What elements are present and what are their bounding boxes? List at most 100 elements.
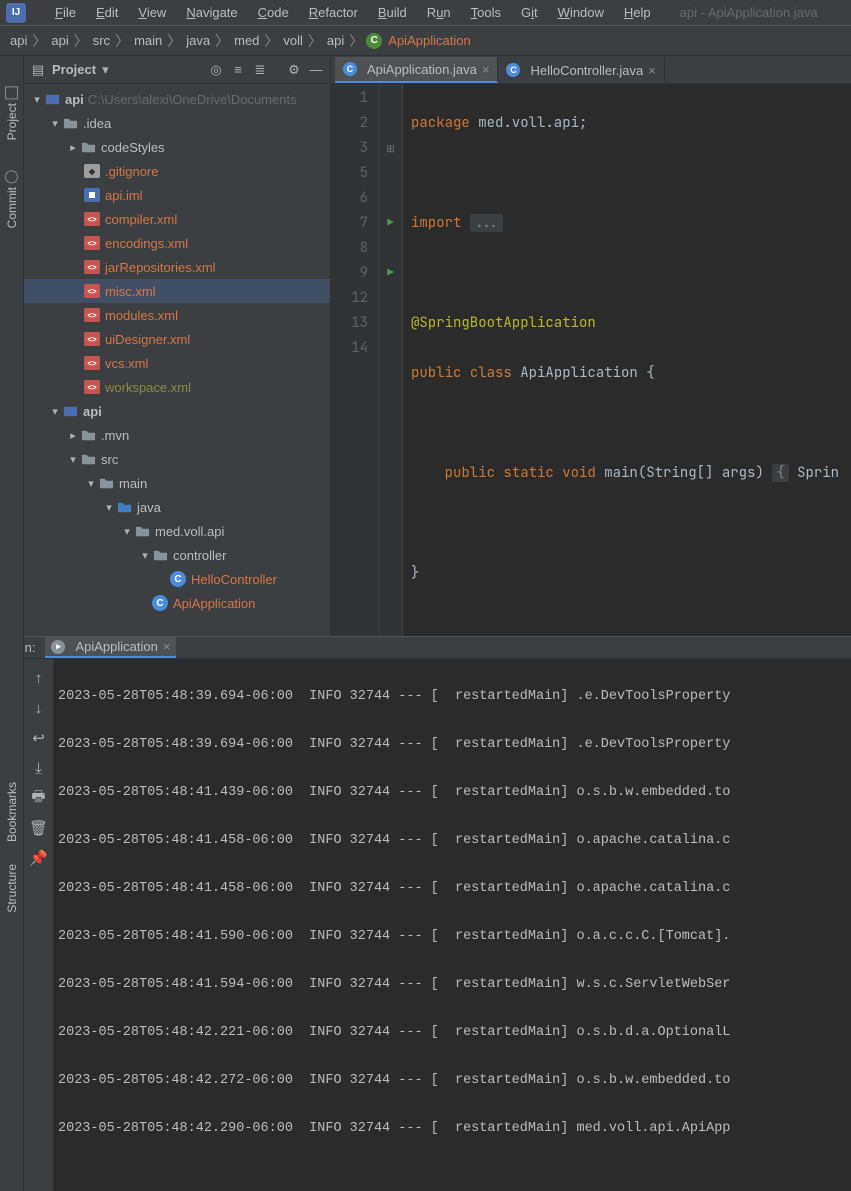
scroll-end-icon[interactable]: ⤓ xyxy=(30,759,48,777)
tree-codestyles[interactable]: ▸ codeStyles xyxy=(24,135,330,159)
menu-code[interactable]: Code xyxy=(249,2,298,23)
menu-refactor[interactable]: Refactor xyxy=(300,2,367,23)
chevron-down-icon[interactable]: ▾ xyxy=(102,501,116,514)
tree-vcs[interactable]: <> vcs.xml xyxy=(24,351,330,375)
tree-misc[interactable]: <> misc.xml xyxy=(24,279,330,303)
close-icon[interactable]: × xyxy=(163,639,171,654)
tree-controller[interactable]: ▾ controller xyxy=(24,543,330,567)
crumb-5[interactable]: med xyxy=(232,33,261,48)
tree-encodings[interactable]: <> encodings.xml xyxy=(24,231,330,255)
chevron-down-icon[interactable]: ▾ xyxy=(30,93,44,106)
hide-icon[interactable]: — xyxy=(308,62,324,78)
tree-idea[interactable]: ▾ .idea xyxy=(24,111,330,135)
soft-wrap-icon[interactable]: ↩ xyxy=(30,729,48,747)
code-text[interactable]: package med.voll.api; import ... @Spring… xyxy=(403,84,839,636)
editor-tab-hellocontroller[interactable]: C HelloController.java × xyxy=(498,57,664,83)
run-gutter-icon[interactable]: ▶ xyxy=(379,211,402,236)
editor-tab-apiapplication[interactable]: C ApiApplication.java × xyxy=(335,57,498,83)
locate-icon[interactable]: ◎ xyxy=(208,62,224,78)
chevron-down-icon[interactable]: ▾ xyxy=(48,117,62,130)
project-view-icon[interactable]: ▤ xyxy=(30,62,46,78)
run-gutter-icon[interactable]: ▶ xyxy=(379,261,402,286)
tree-jarrepos[interactable]: <> jarRepositories.xml xyxy=(24,255,330,279)
crumb-3[interactable]: main xyxy=(132,33,164,48)
chevron-down-icon[interactable]: ▾ xyxy=(66,453,80,466)
down-icon[interactable]: ↓ xyxy=(30,699,48,717)
tab-commit[interactable]: Commit xyxy=(5,170,19,228)
tree-apiapplication[interactable]: C ApiApplication xyxy=(24,591,330,615)
menu-edit[interactable]: Edit xyxy=(87,2,127,23)
tree-hellocontroller[interactable]: C HelloController xyxy=(24,567,330,591)
tab-bookmarks[interactable]: Bookmarks xyxy=(5,782,19,842)
crumb-1[interactable]: api xyxy=(49,33,70,48)
project-tool-label[interactable]: Project xyxy=(52,62,96,77)
menu-build[interactable]: Build xyxy=(369,2,416,23)
chevron-down-icon[interactable]: ▾ xyxy=(84,477,98,490)
run-output[interactable]: 2023-05-28T05:48:39.694-06:00 INFO 32744… xyxy=(54,659,851,1191)
xml-icon: <> xyxy=(84,212,100,226)
menu-view[interactable]: View xyxy=(129,2,175,23)
menu-help[interactable]: Help xyxy=(615,2,660,23)
collapse-all-icon[interactable]: ≣ xyxy=(252,62,268,78)
gear-icon[interactable]: ⚙ xyxy=(286,62,302,78)
project-tree[interactable]: ▾ api C:\Users\alexi\OneDrive\Documents … xyxy=(24,84,330,636)
menu-window[interactable]: Window xyxy=(549,2,613,23)
tree-root[interactable]: ▾ api C:\Users\alexi\OneDrive\Documents xyxy=(24,87,330,111)
tree-modules[interactable]: <> modules.xml xyxy=(24,303,330,327)
tree-uidesigner[interactable]: <> uiDesigner.xml xyxy=(24,327,330,351)
tab-structure[interactable]: Structure xyxy=(5,864,19,913)
editor-gutter[interactable]: ⊞ ▶ ▶ xyxy=(379,84,403,636)
menu-tools[interactable]: Tools xyxy=(462,2,510,23)
crumb-leaf[interactable]: ApiApplication xyxy=(386,33,472,48)
tree-gitignore[interactable]: ◆ .gitignore xyxy=(24,159,330,183)
window-title: api - ApiApplication.java xyxy=(680,5,818,20)
chevron-down-icon[interactable]: ▾ xyxy=(102,62,109,78)
log-line: 2023-05-28T05:48:41.594-06:00 INFO 32744… xyxy=(58,973,847,997)
crumb-0[interactable]: api xyxy=(8,33,29,48)
tree-compiler[interactable]: <> compiler.xml xyxy=(24,207,330,231)
run-tab[interactable]: ▸ ApiApplication × xyxy=(45,637,176,658)
tab-commit-label: Commit xyxy=(5,187,19,228)
tree-src[interactable]: ▾ src xyxy=(24,447,330,471)
tree-api-module[interactable]: ▾ api xyxy=(24,399,330,423)
crumb-6[interactable]: voll xyxy=(281,33,305,48)
chevron-down-icon[interactable]: ▾ xyxy=(48,405,62,418)
tree-package[interactable]: ▾ med.voll.api xyxy=(24,519,330,543)
tree-iml[interactable]: api.iml xyxy=(24,183,330,207)
chevron-right-icon[interactable]: ▸ xyxy=(66,429,80,442)
xml-icon: <> xyxy=(84,260,100,274)
expand-all-icon[interactable]: ≡ xyxy=(230,62,246,78)
tab-project[interactable]: Project xyxy=(5,86,19,140)
crumb-2[interactable]: src xyxy=(91,33,112,48)
menu-file[interactable]: FFileile xyxy=(46,2,85,23)
trash-icon[interactable]: 🗑 xyxy=(30,819,48,837)
menu-navigate[interactable]: Navigate xyxy=(177,2,246,23)
tree-main[interactable]: ▾ main xyxy=(24,471,330,495)
menu-git[interactable]: Git xyxy=(512,2,547,23)
close-icon[interactable]: × xyxy=(648,63,656,78)
tree-workspace[interactable]: <> workspace.xml xyxy=(24,375,330,399)
up-icon[interactable]: ↑ xyxy=(30,669,48,687)
xml-icon: <> xyxy=(84,236,100,250)
xml-icon: <> xyxy=(84,332,100,346)
code-area[interactable]: 1 2 3 5 6 7 8 9 12 13 14 ⊞ ▶ ▶ packa xyxy=(331,84,851,636)
tree-java[interactable]: ▾ java xyxy=(24,495,330,519)
fold-icon[interactable]: ⊞ xyxy=(379,136,402,161)
main-area: Project Commit ▤ Project ▾ ◎ ≡ ≣ ⚙ — ▾ a… xyxy=(0,56,851,636)
menu-run[interactable]: Run xyxy=(418,2,460,23)
chevron-right-icon[interactable]: ▸ xyxy=(66,141,80,154)
crumb-7[interactable]: api xyxy=(325,33,346,48)
print-icon[interactable]: 🖶 xyxy=(30,789,48,807)
tree-mvn[interactable]: ▸ .mvn xyxy=(24,423,330,447)
line-numbers: 1 2 3 5 6 7 8 9 12 13 14 xyxy=(331,84,379,636)
chevron-down-icon[interactable]: ▾ xyxy=(120,525,134,538)
close-icon[interactable]: × xyxy=(482,62,490,77)
source-folder-icon xyxy=(116,499,132,515)
pin-icon[interactable]: 📌 xyxy=(30,849,48,867)
run-body: ↻ 🔧 ■ 📷 ⏏ ↑ ↓ ↩ ⤓ 🖶 🗑 📌 2023-05-28T05:48… xyxy=(0,659,851,1191)
run-header: Run: ▸ ApiApplication × xyxy=(0,637,851,659)
class-icon: C xyxy=(152,595,168,611)
tree-root-path: C:\Users\alexi\OneDrive\Documents xyxy=(88,92,297,107)
crumb-4[interactable]: java xyxy=(184,33,212,48)
chevron-down-icon[interactable]: ▾ xyxy=(138,549,152,562)
